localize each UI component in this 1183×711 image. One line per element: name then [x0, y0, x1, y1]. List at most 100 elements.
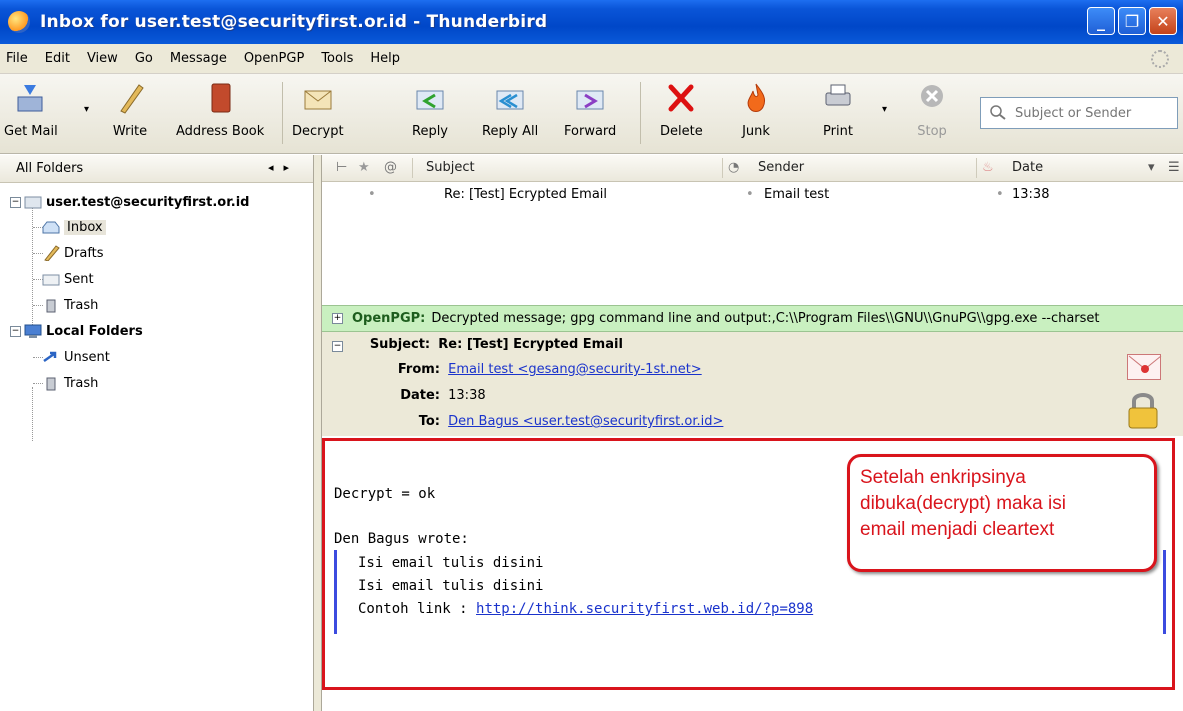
delete-x-icon [663, 80, 699, 116]
main-toolbar: Get Mail ▾ Write Address Book Decrypt Re… [0, 74, 1183, 154]
minimize-button[interactable]: _ [1087, 7, 1115, 35]
to-row: To: Den Bagus <user.test@securityfirst.o… [418, 414, 724, 429]
search-icon [989, 104, 1009, 123]
message-date: 13:38 [1012, 187, 1050, 202]
message-row[interactable]: • Re: [Test] Ecrypted Email • Email test… [322, 185, 1183, 205]
sent-icon [42, 271, 60, 287]
folder-drafts[interactable]: Drafts [42, 242, 104, 264]
menu-openpgp[interactable]: OpenPGP [244, 51, 304, 66]
title-bar: Inbox for user.test@securityfirst.or.id … [0, 0, 1183, 44]
folder-account[interactable]: − user.test@securityfirst.or.id [10, 191, 250, 213]
trash-icon [42, 375, 60, 391]
folder-local-trash[interactable]: Trash [42, 372, 98, 394]
message-body-pane: Decrypt = ok Den Bagus wrote: Isi email … [322, 436, 1183, 711]
date-row: Date: 13:38 [400, 388, 486, 403]
from-address-link[interactable]: Email test <gesang@security-1st.net> [448, 362, 702, 377]
trash-icon [42, 297, 60, 313]
window-controls: _ ❐ ✕ [1087, 7, 1177, 35]
quote-line: Isi email tulis disini [358, 578, 544, 594]
drafts-icon [42, 245, 60, 262]
menu-go[interactable]: Go [135, 51, 153, 66]
delete-button[interactable]: Delete [660, 80, 703, 148]
thread-pane: ⊢ ★ @ Subject ◔ Sender ♨ Date ▾ ☰ • Re: … [322, 155, 1183, 305]
toolbar-separator [282, 82, 283, 144]
forward-button[interactable]: Forward [564, 80, 616, 148]
folder-view-nav-arrows[interactable]: ◂▸ [268, 161, 299, 174]
menu-bar: File Edit View Go Message OpenPGP Tools … [0, 44, 1183, 74]
quote-bar-right [1163, 550, 1166, 634]
expand-icon[interactable]: + [332, 313, 343, 324]
folder-pane-header: All Folders ◂▸ [0, 155, 313, 183]
folder-trash[interactable]: Trash [42, 294, 98, 316]
column-picker-icon[interactable]: ☰ [1168, 160, 1180, 175]
quote-line: Isi email tulis disini [358, 555, 544, 571]
message-header-pane: − Subject: Re: [Test] Ecrypted Email Fro… [322, 332, 1183, 436]
junk-button[interactable]: Junk [738, 80, 774, 148]
thread-column-header: ⊢ ★ @ Subject ◔ Sender ♨ Date ▾ ☰ [322, 155, 1183, 182]
account-icon [24, 194, 42, 210]
get-mail-button[interactable]: Get Mail [4, 80, 58, 148]
pane-splitter[interactable] [314, 155, 322, 711]
openpgp-message: Decrypted message; gpg command line and … [431, 311, 1100, 326]
folder-unsent[interactable]: Unsent [42, 346, 110, 368]
collapse-icon[interactable]: − [10, 196, 21, 208]
address-book-icon [202, 80, 238, 116]
forward-icon [572, 80, 608, 116]
encrypted-lock-icon[interactable] [1125, 390, 1161, 430]
column-sender[interactable]: Sender [758, 160, 804, 175]
folder-view-label: All Folders [16, 161, 84, 176]
decrypt-button[interactable]: Decrypt [292, 80, 344, 148]
unsent-arrow-icon [42, 349, 60, 365]
print-button[interactable]: Print [820, 80, 856, 148]
folder-local-folders[interactable]: − Local Folders [10, 320, 143, 342]
write-button[interactable]: Write [112, 80, 148, 148]
search-input[interactable] [1015, 105, 1165, 121]
get-mail-icon [13, 80, 49, 116]
annotation-callout: Setelah enkripsinya dibuka(decrypt) maka… [847, 454, 1157, 572]
column-date[interactable]: Date [1012, 160, 1043, 175]
junk-flame-icon [738, 80, 774, 116]
star-column-icon[interactable]: ★ [358, 160, 370, 175]
body-link[interactable]: http://think.securityfirst.web.id/?p=898 [476, 601, 813, 617]
menu-help[interactable]: Help [370, 51, 400, 66]
folder-inbox[interactable]: Inbox [42, 216, 106, 238]
collapse-icon[interactable]: − [10, 325, 21, 337]
reply-icon [412, 80, 448, 116]
menu-edit[interactable]: Edit [45, 51, 70, 66]
folder-sent[interactable]: Sent [42, 268, 94, 290]
menu-message[interactable]: Message [170, 51, 227, 66]
menu-file[interactable]: File [6, 51, 28, 66]
read-column-icon[interactable]: ◔ [728, 160, 739, 175]
attachment-column-icon[interactable]: @ [384, 160, 397, 175]
reply-button[interactable]: Reply [412, 80, 448, 148]
pencil-icon [112, 80, 148, 116]
thread-column-icon[interactable]: ⊢ [336, 160, 347, 175]
folder-pane: All Folders ◂▸ − user.test@securityfirst… [0, 155, 314, 711]
print-dropdown-icon[interactable]: ▾ [882, 104, 887, 115]
subject-row: − Subject: Re: [Test] Ecrypted Email [332, 337, 623, 352]
get-mail-dropdown-icon[interactable]: ▾ [84, 104, 89, 115]
collapse-icon[interactable]: − [332, 341, 343, 352]
column-subject[interactable]: Subject [426, 160, 475, 175]
header-date: 13:38 [448, 388, 486, 403]
sort-dropdown-icon[interactable]: ▾ [1148, 160, 1155, 175]
stop-icon [914, 80, 950, 116]
thunderbird-icon [8, 11, 30, 33]
toolbar-separator [640, 82, 641, 144]
activity-throbber-icon [1151, 50, 1169, 68]
address-book-button[interactable]: Address Book [176, 80, 264, 148]
menu-view[interactable]: View [87, 51, 118, 66]
signed-envelope-icon[interactable] [1127, 354, 1162, 380]
menu-tools[interactable]: Tools [321, 51, 353, 66]
openpgp-label: OpenPGP: [352, 311, 426, 326]
junk-column-icon[interactable]: ♨ [982, 160, 994, 175]
stop-button[interactable]: Stop [914, 80, 950, 148]
maximize-button[interactable]: ❐ [1118, 7, 1146, 35]
printer-icon [820, 80, 856, 116]
to-address-link[interactable]: Den Bagus <user.test@securityfirst.or.id… [448, 414, 723, 429]
close-button[interactable]: ✕ [1149, 7, 1177, 35]
search-box[interactable] [980, 97, 1178, 129]
decrypt-envelope-icon [300, 80, 336, 116]
message-subject: Re: [Test] Ecrypted Email [444, 187, 608, 202]
reply-all-button[interactable]: Reply All [482, 80, 538, 148]
